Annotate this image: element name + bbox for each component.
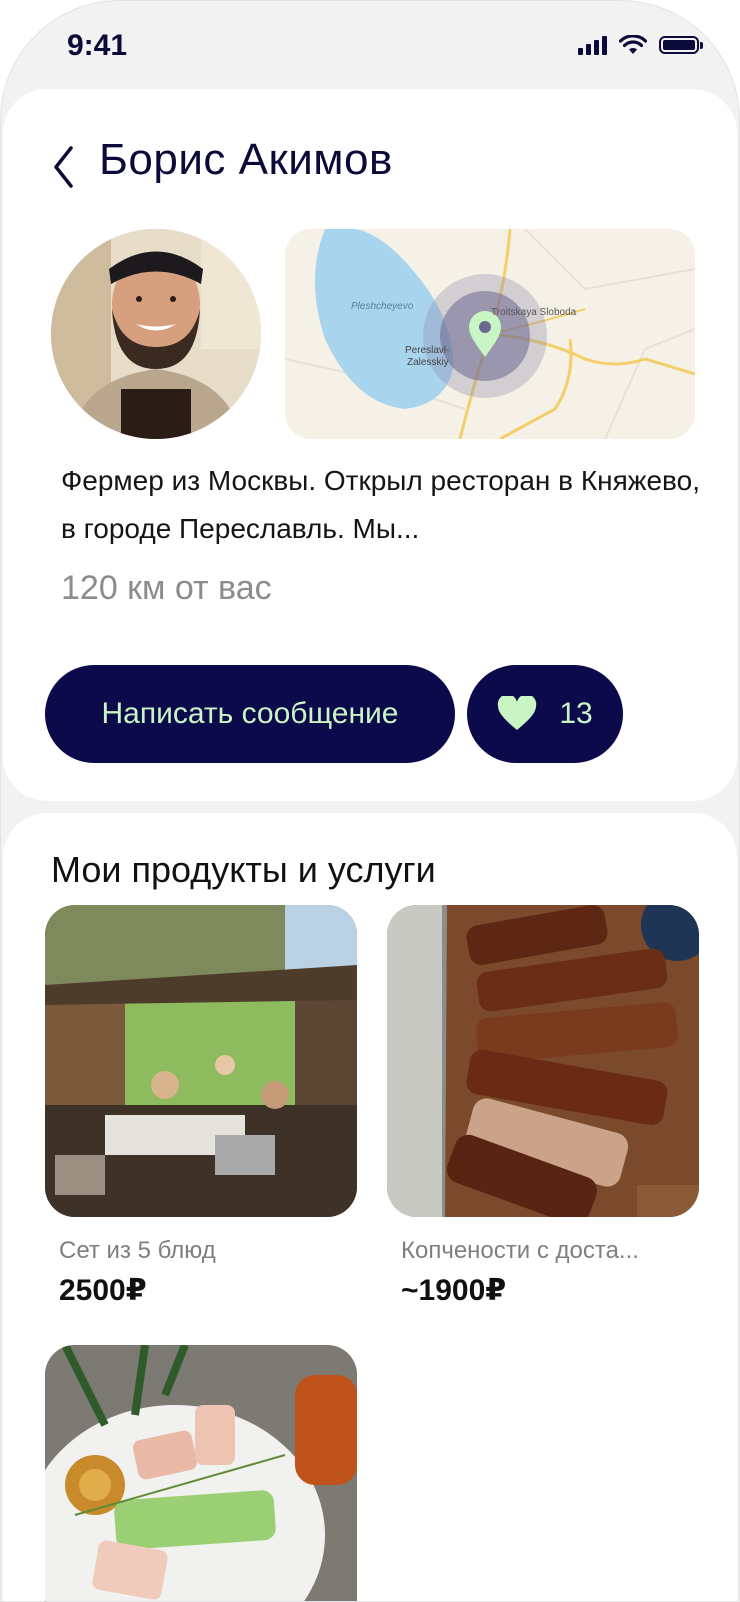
like-button[interactable]: 13 xyxy=(467,665,623,763)
avatar[interactable] xyxy=(51,229,261,439)
product-name: Копчености с доста... xyxy=(401,1237,639,1264)
product-price: ~1900₽ xyxy=(401,1274,507,1307)
map-label-town-line2: Zalesskiy xyxy=(407,357,449,368)
status-time: 9:41 xyxy=(67,29,128,62)
product-name: Сет из 5 блюд xyxy=(59,1237,216,1264)
product-price: 2500₽ xyxy=(59,1274,147,1307)
phone-screen: 9:41 Борис Акимов Pleshcheyevo Troitskay… xyxy=(0,0,740,1602)
page-title: Борис Акимов xyxy=(99,135,393,184)
products-section-title: Мои продукты и услуги xyxy=(51,849,436,890)
product-card[interactable]: Сет из 5 блюд 2500₽ xyxy=(45,905,357,1308)
map-label-lake: Pleshcheyevo xyxy=(351,301,414,312)
send-message-button[interactable]: Написать сообщение xyxy=(45,665,455,763)
product-image xyxy=(45,1345,357,1601)
product-card[interactable] xyxy=(45,1345,357,1601)
likes-count: 13 xyxy=(559,697,593,730)
battery-icon xyxy=(659,36,703,54)
wifi-icon xyxy=(619,35,647,54)
product-image xyxy=(45,905,357,1217)
products-card: Мои продукты и услуги Сет из 5 блюд 2500… xyxy=(3,813,737,1601)
back-button[interactable] xyxy=(43,139,83,195)
map-label-village: Troitskaya Sloboda xyxy=(491,307,577,318)
chevron-left-icon xyxy=(54,146,73,188)
profile-bio: Фермер из Москвы. Открыл ресторан в Княж… xyxy=(61,465,700,544)
status-icons xyxy=(578,35,703,55)
signal-icon xyxy=(578,35,607,55)
distance-label: 120 км от вас xyxy=(61,569,272,607)
send-message-label: Написать сообщение xyxy=(101,697,399,730)
product-image xyxy=(387,905,699,1217)
location-map[interactable]: Pleshcheyevo Troitskaya Sloboda Pereslav… xyxy=(285,229,695,439)
map-label-town-line1: Pereslavl- xyxy=(405,345,449,356)
profile-card: Борис Акимов Pleshcheyevo Troitskaya Slo… xyxy=(3,89,737,801)
heart-icon xyxy=(498,696,537,730)
product-card[interactable]: Копчености с доста... ~1900₽ xyxy=(387,905,699,1308)
